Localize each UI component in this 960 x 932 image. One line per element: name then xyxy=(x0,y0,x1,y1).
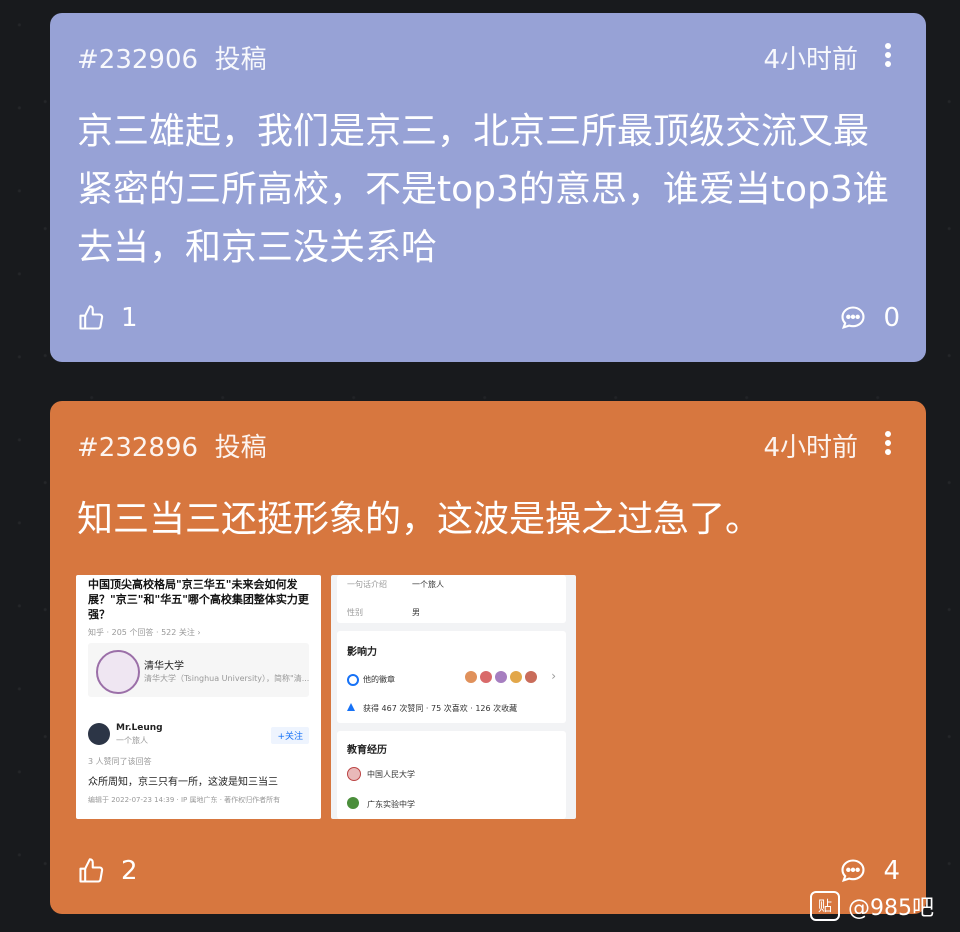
profile-info-card: 一句话介绍 一个旅人 性别 男 xyxy=(337,575,566,623)
post-type: 投稿 xyxy=(214,45,267,75)
influence-title: 影响力 xyxy=(347,647,377,658)
badge-icon xyxy=(465,671,477,683)
like-button[interactable]: 2 xyxy=(77,856,138,886)
comment-count: 4 xyxy=(883,856,900,886)
school-logo xyxy=(347,767,361,781)
post-card[interactable]: #232896 投稿 4小时前 知三当三还挺形象的，这波是操之过急了。 中国顶尖… xyxy=(50,401,926,914)
org-name: 清华大学 xyxy=(144,661,184,672)
like-count: 2 xyxy=(121,856,138,886)
thumbs-up-icon xyxy=(79,858,104,883)
thumbs-up-icon xyxy=(79,305,104,330)
intro-label: 一句话介绍 xyxy=(347,580,387,589)
badge-list[interactable] xyxy=(465,671,537,683)
school-name[interactable]: 中国人民大学 xyxy=(367,769,415,780)
gender-label: 性别 xyxy=(347,608,363,617)
answer-footer: 编辑于 2022-07-23 14:39 · IP 属地广东 · 著作权归作者所… xyxy=(88,796,281,804)
school-name[interactable]: 广东实验中学 xyxy=(367,799,415,810)
comment-button[interactable]: 4 xyxy=(839,856,900,886)
education-card: 教育经历 中国人民大学 广东实验中学 xyxy=(337,731,566,819)
post-time: 4小时前 xyxy=(763,433,858,463)
post-header: #232906 投稿 xyxy=(77,39,267,76)
post-type: 投稿 xyxy=(214,433,267,463)
question-meta: 知乎 · 205 个回答 · 522 关注 › xyxy=(88,628,201,637)
badge-icon xyxy=(347,674,359,686)
post-text: 京三雄起，我们是京三，北京三所最顶级交流又最紧密的三所高校，不是top3的意思，… xyxy=(77,111,889,268)
influence-card: 影响力 他的徽章 › 获得 467 次赞同 · 75 次喜欢 · 126 次收藏 xyxy=(337,631,566,723)
more-icon[interactable] xyxy=(884,431,892,458)
like-count: 1 xyxy=(121,303,138,333)
tsinghua-logo xyxy=(96,650,140,694)
badge-icon xyxy=(510,671,522,683)
more-icon[interactable] xyxy=(884,43,892,70)
education-title: 教育经历 xyxy=(347,745,387,756)
like-button[interactable]: 1 xyxy=(77,303,138,333)
avatar[interactable] xyxy=(88,723,110,745)
post-text: 知三当三还挺形象的，这波是操之过急了。 xyxy=(77,499,762,540)
post-header: #232896 投稿 xyxy=(77,427,267,464)
post-id: #232896 xyxy=(77,433,199,463)
intro-value: 一个旅人 xyxy=(412,580,444,589)
badges-label: 他的徽章 xyxy=(363,675,395,684)
comment-count: 0 xyxy=(883,303,900,333)
answer-text: 众所周知，京三只有一所，这波是知三当三 xyxy=(88,777,278,788)
comment-icon xyxy=(841,306,866,329)
chevron-right-icon[interactable]: › xyxy=(551,669,556,683)
agree-count: 3 人赞同了该回答 xyxy=(88,757,152,766)
tieba-icon: 贴 xyxy=(810,891,840,921)
user-subtitle: 一个旅人 xyxy=(116,736,148,745)
question-title: 中国顶尖高校格局"京三华五"未来会如何发展？"京三"和"华五"哪个高校集团整体实… xyxy=(88,578,309,621)
gender-value: 男 xyxy=(412,608,420,617)
post-image[interactable]: 中国顶尖高校格局"京三华五"未来会如何发展？"京三"和"华五"哪个高校集团整体实… xyxy=(76,575,321,819)
user-name[interactable]: Mr.Leung xyxy=(116,723,163,733)
school-logo xyxy=(347,797,359,809)
post-time: 4小时前 xyxy=(763,45,858,75)
post-card[interactable]: #232906 投稿 4小时前 京三雄起，我们是京三，北京三所最顶级交流又最紧密… xyxy=(50,13,926,362)
comment-button[interactable]: 0 xyxy=(839,303,900,333)
comment-icon xyxy=(841,859,866,882)
watermark: 贴 @985吧 xyxy=(810,890,934,922)
badge-icon xyxy=(525,671,537,683)
org-card[interactable]: 清华大学 清华大学（Tsinghua University），简称"清... xyxy=(88,643,309,697)
follow-button[interactable]: +关注 xyxy=(271,727,309,744)
post-id: #232906 xyxy=(77,45,199,75)
badge-icon xyxy=(480,671,492,683)
watermark-text: @985吧 xyxy=(848,896,934,921)
influence-stats: 获得 467 次赞同 · 75 次喜欢 · 126 次收藏 xyxy=(363,704,518,713)
badge-icon xyxy=(495,671,507,683)
upvote-icon xyxy=(347,703,355,711)
org-desc: 清华大学（Tsinghua University），简称"清... xyxy=(144,674,310,683)
post-image[interactable]: 一句话介绍 一个旅人 性别 男 影响力 他的徽章 › 获得 467 次赞同 · … xyxy=(331,575,576,819)
